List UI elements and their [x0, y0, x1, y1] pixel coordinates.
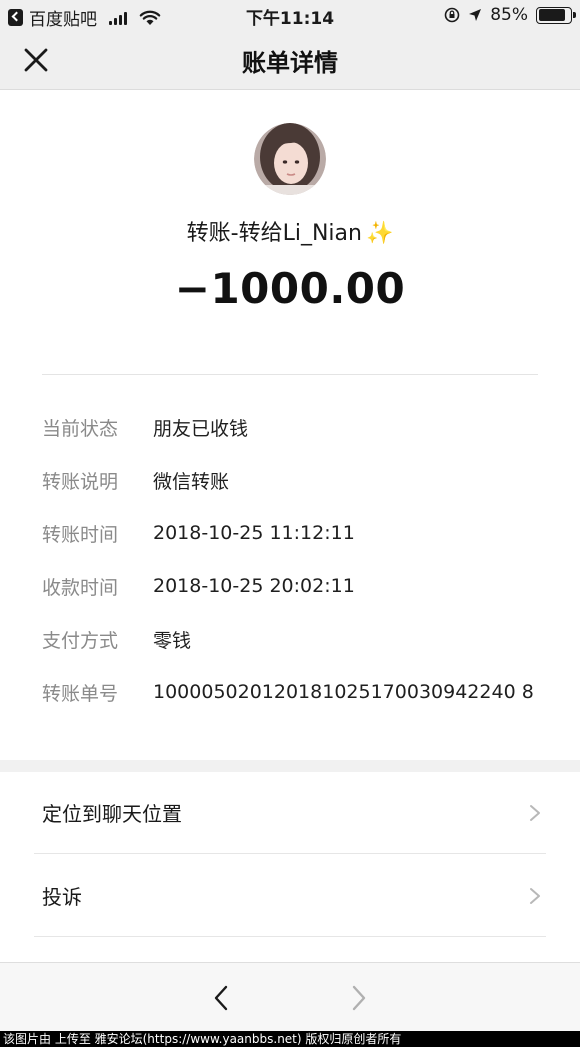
detail-label: 当前状态 — [42, 417, 119, 440]
chevron-right-icon[interactable] — [346, 983, 372, 1013]
chevron-left-icon[interactable] — [208, 983, 234, 1013]
divider — [42, 374, 538, 375]
detail-value: 2018-10-25 20:02:11 — [153, 575, 355, 597]
action-label: 定位到聊天位置 — [42, 802, 182, 826]
browser-toolbar — [0, 962, 580, 1031]
complaint-button[interactable]: 投诉 — [0, 855, 580, 937]
divider — [34, 936, 546, 937]
detail-label: 收款时间 — [42, 576, 119, 599]
detail-row-transfer-time: 转账时间 2018-10-25 11:12:11 — [42, 518, 562, 548]
divider — [34, 853, 546, 854]
detail-value: 2018-10-25 11:12:11 — [153, 522, 355, 544]
status-bar: 百度贴吧 下午11:14 85% — [0, 0, 580, 30]
action-label: 投诉 — [42, 885, 82, 909]
watermark-text: 该图片由 上传至 雅安论坛(https://www.yaanbbs.net) 版… — [0, 1031, 580, 1047]
detail-label: 转账说明 — [42, 470, 119, 493]
detail-row-transaction-id: 转账单号 100005020120181025170030942240 8 — [42, 677, 562, 707]
payee-title: 转账-转给Li_Nian ✨ — [0, 215, 580, 247]
chevron-right-icon — [530, 805, 540, 821]
detail-value: 微信转账 — [153, 470, 230, 493]
section-separator — [0, 760, 580, 772]
payee-avatar — [254, 123, 326, 195]
detail-row-note: 转账说明 微信转账 — [42, 465, 562, 495]
detail-label: 转账时间 — [42, 523, 119, 546]
detail-label: 支付方式 — [42, 629, 119, 652]
page-title: 账单详情 — [242, 49, 338, 77]
battery-percent: 85% — [490, 5, 528, 25]
avatar-image — [254, 123, 326, 195]
detail-row-status: 当前状态 朋友已收钱 — [42, 412, 562, 442]
detail-row-receive-time: 收款时间 2018-10-25 20:02:11 — [42, 571, 562, 601]
nav-bar: 账单详情 — [0, 30, 580, 90]
detail-value[interactable]: 100005020120181025170030942240 8 — [153, 681, 534, 703]
detail-row-payment-method: 支付方式 零钱 — [42, 624, 562, 654]
detail-value: 朋友已收钱 — [153, 417, 249, 440]
payee-name: 转账-转给Li_Nian — [186, 221, 362, 246]
location-arrow-icon — [469, 9, 482, 21]
detail-label: 转账单号 — [42, 682, 119, 705]
transaction-amount: −1000.00 — [174, 264, 406, 313]
sparkle-emoji: ✨ — [365, 221, 394, 246]
battery-fill — [538, 9, 565, 21]
status-right: 85% — [444, 5, 576, 25]
detail-value: 零钱 — [153, 629, 192, 652]
rotation-lock-icon — [444, 7, 460, 23]
chevron-right-icon — [530, 888, 540, 904]
locate-in-chat-button[interactable]: 定位到聊天位置 — [0, 772, 580, 854]
battery-icon — [536, 6, 576, 24]
